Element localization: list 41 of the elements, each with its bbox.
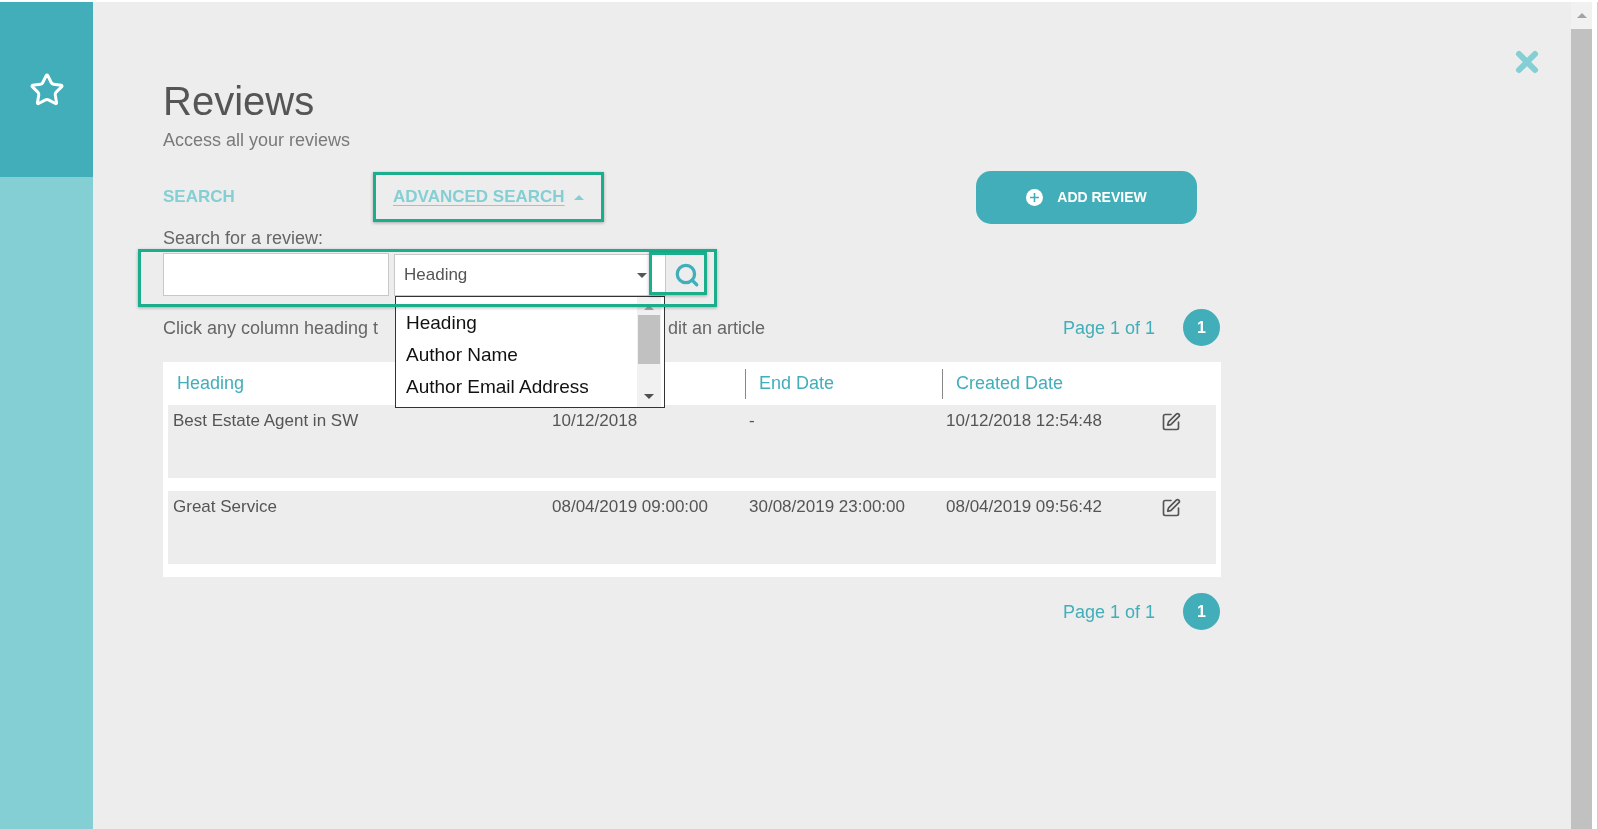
caret-up-icon[interactable]: [644, 305, 654, 310]
column-header[interactable]: Created Date: [942, 368, 1152, 399]
scrollbar[interactable]: [637, 297, 661, 407]
page-subtitle: Access all your reviews: [163, 129, 351, 151]
table-cell-text: -: [748, 410, 755, 432]
table-cell-text: Great Service: [172, 496, 277, 518]
close-icon: [1515, 50, 1539, 74]
search-tab[interactable]: ADVANCED SEARCH: [393, 187, 584, 207]
table-cell-text: 08/04/2019 09:56:42: [945, 496, 1102, 518]
page-number-button[interactable]: 1: [1183, 309, 1220, 346]
field-select[interactable]: Heading: [394, 254, 666, 296]
table-cell: 08/04/2019 09:00:00: [552, 496, 708, 518]
help-text: dit an article: [668, 316, 766, 339]
page-number-button[interactable]: 1: [1183, 593, 1220, 630]
table-cell-text: Best Estate Agent in SW: [172, 410, 359, 432]
search-tab[interactable]: SEARCH: [163, 187, 235, 207]
dropdown-option[interactable]: Heading: [406, 307, 477, 339]
page-count-text: Page 1 of 1: [1062, 316, 1155, 339]
page-title: Reviews: [163, 78, 316, 125]
search-icon: [674, 262, 700, 288]
page-count-text: Page 1 of 1: [1062, 600, 1155, 623]
close-button[interactable]: [1515, 50, 1539, 74]
caret-up-icon[interactable]: [573, 194, 584, 200]
edit-icon[interactable]: [1161, 412, 1181, 432]
star-icon[interactable]: [28, 71, 65, 108]
scrollbar-thumb[interactable]: [638, 315, 660, 364]
dropdown-option[interactable]: Author Name: [406, 339, 518, 371]
help-text: Click any column heading t: [163, 316, 379, 339]
edit-icon[interactable]: [1161, 498, 1181, 518]
column-header[interactable]: End Date: [745, 368, 942, 399]
plus-circle-icon: [1026, 188, 1044, 206]
caret-down-icon[interactable]: [637, 272, 647, 278]
dropdown-option[interactable]: Author Email Address: [406, 371, 589, 403]
search-input-field[interactable]: [163, 253, 389, 296]
table-cell-text: 30/08/2019 23:00:00: [748, 496, 905, 518]
search-label: Search for a review:: [163, 228, 324, 248]
table-cell: 10/12/2018: [552, 410, 638, 432]
add-review-button[interactable]: ADD REVIEW: [976, 170, 1197, 224]
caret-down-icon[interactable]: [644, 394, 654, 399]
table-cell-text: 10/12/2018 12:54:48: [945, 410, 1102, 432]
caret-up-icon[interactable]: [1576, 13, 1587, 18]
